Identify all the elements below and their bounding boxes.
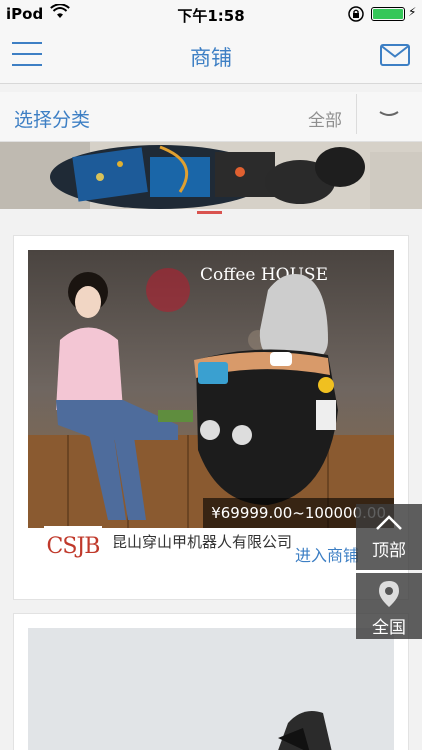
product-card[interactable]: Coffee HOUSE ¥69999.00~100000.00 CSJB 昆山… (13, 235, 409, 600)
company-logo: CSJB (44, 526, 102, 568)
enter-shop-link[interactable]: 进入商铺 (295, 542, 359, 566)
company-name[interactable]: 昆山穿山甲机器人有限公司 (112, 532, 302, 553)
category-label: 选择分类 (14, 109, 91, 131)
product-image[interactable] (28, 628, 394, 750)
nationwide-button[interactable]: 全国 (356, 573, 422, 639)
location-pin-icon (379, 581, 399, 607)
page-title: 商铺 (190, 46, 232, 70)
product-card[interactable] (13, 613, 409, 750)
chevron-up-icon (376, 515, 402, 530)
nationwide-label: 全国 (372, 618, 406, 638)
back-to-top-button[interactable]: 顶部 (356, 504, 422, 570)
product-image[interactable]: Coffee HOUSE ¥69999.00~100000.00 (28, 250, 394, 528)
back-to-top-label: 顶部 (372, 541, 406, 561)
category-selected[interactable]: 全部 (308, 106, 342, 131)
rotation-lock-icon (347, 5, 365, 27)
category-divider (356, 94, 357, 134)
category-bar: 选择分类 全部 (0, 92, 422, 142)
status-bar: iPod 下午1:58 ⚡ (0, 0, 422, 28)
charging-icon: ⚡ (408, 5, 417, 19)
banner-indicator (197, 211, 222, 214)
chevron-down-icon[interactable] (374, 104, 404, 124)
battery-icon (371, 7, 405, 21)
nav-bar: 商铺 (0, 28, 422, 84)
banner-image[interactable] (0, 142, 422, 209)
mail-icon[interactable] (380, 44, 410, 70)
